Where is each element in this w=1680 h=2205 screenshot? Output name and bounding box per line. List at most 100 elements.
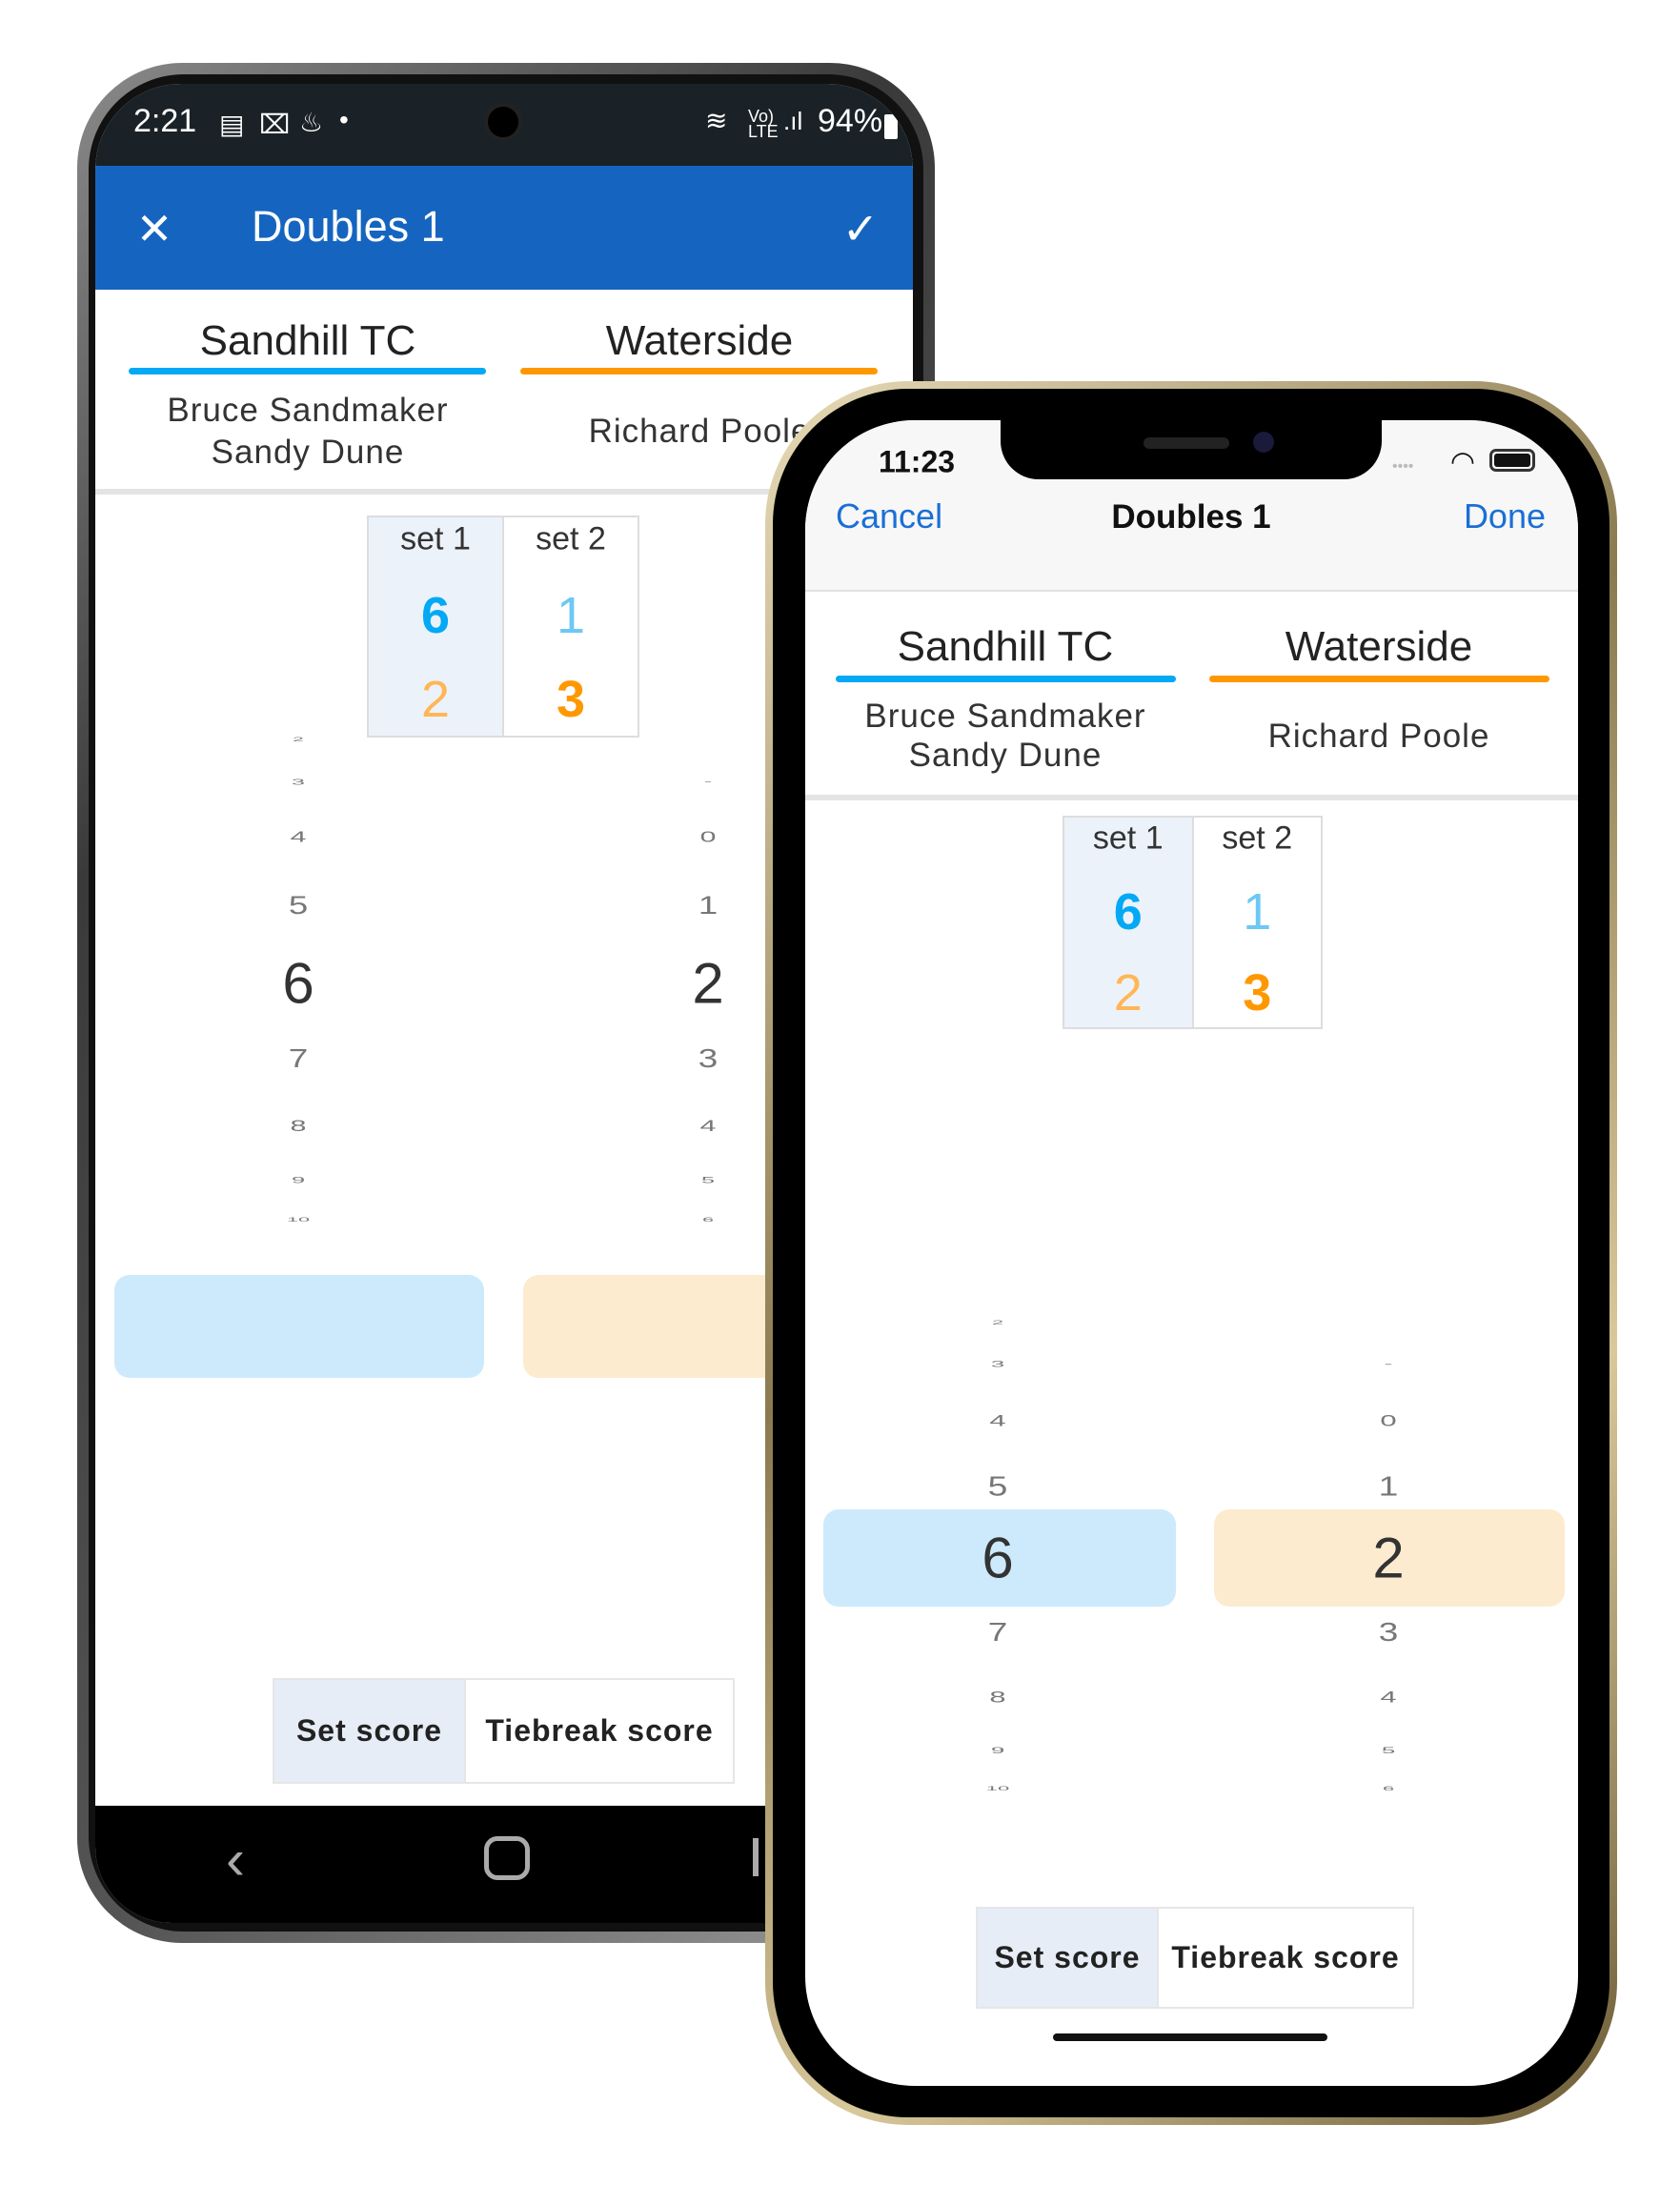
player-name: Bruce Sandmaker (167, 392, 449, 429)
calendar-icon: ▤ (219, 110, 245, 139)
home-team-name: Sandhill TC (199, 317, 416, 364)
away-picker-item[interactable]: 0 (700, 829, 717, 846)
home-picker-item[interactable]: 6 (982, 1526, 1013, 1591)
check-icon[interactable]: ✓ (842, 203, 880, 254)
home-set-score: 1 (1243, 882, 1272, 941)
home-picker-item[interactable]: 5 (289, 890, 308, 920)
away-set-score: 3 (1243, 963, 1272, 1022)
home-set-score: 1 (556, 586, 586, 644)
home-picker-item[interactable]: 3 (292, 778, 305, 787)
iphone: 11:23 •••• ◠ Cancel Doubles 1 Done Sandh… (765, 381, 1617, 2125)
set-column-1[interactable]: set 1 6 2 (1064, 818, 1192, 1027)
player-name: Richard Poole (1267, 718, 1490, 755)
home-picker-item[interactable]: 3 (991, 1360, 1004, 1370)
ios-screen: 11:23 •••• ◠ Cancel Doubles 1 Done Sandh… (805, 420, 1578, 2086)
segment-tiebreak-score[interactable]: Tiebreak score (1157, 1909, 1412, 2007)
close-icon[interactable]: ✕ (136, 203, 173, 254)
wifi-icon: ≋ (705, 106, 728, 135)
away-picker-item[interactable]: 4 (700, 1118, 717, 1136)
battery-icon (1489, 449, 1535, 472)
home-picker-item[interactable]: 9 (991, 1746, 1004, 1756)
page-title: Doubles 1 (1111, 498, 1271, 536)
camera-icon (484, 103, 522, 141)
away-picker-item[interactable]: 3 (1379, 1617, 1399, 1648)
notification-icon: ♨ (299, 108, 324, 137)
home-picker-item[interactable]: 5 (988, 1471, 1008, 1503)
outlook-icon: ⌧ (259, 110, 291, 139)
done-button[interactable]: Done (1464, 496, 1546, 536)
home-picker-highlight[interactable] (114, 1275, 484, 1378)
away-picker-item[interactable]: 2 (1372, 1526, 1404, 1591)
signal-icon: .ıl (783, 107, 803, 135)
home-picker-item[interactable]: 7 (988, 1617, 1008, 1648)
set-score-table: set 1 6 2 set 2 1 3 (367, 516, 639, 738)
away-set-score: 3 (556, 671, 586, 729)
away-picker-item[interactable]: 1 (1379, 1471, 1399, 1503)
home-picker-item[interactable]: 8 (989, 1688, 1005, 1707)
set-column-2[interactable]: set 2 1 3 (1191, 818, 1321, 1027)
set-label: set 1 (400, 520, 471, 557)
away-picker-item[interactable]: 1 (698, 890, 718, 920)
set-column-2[interactable]: set 2 1 3 (502, 517, 638, 736)
home-picker-item[interactable]: 9 (292, 1176, 305, 1185)
score-type-segmented-control: Set score Tiebreak score (273, 1678, 735, 1784)
home-picker-item[interactable]: 10 (287, 1216, 310, 1224)
away-team-name: Waterside (1285, 623, 1473, 670)
set-score-table: set 1 6 2 set 2 1 3 (1063, 816, 1323, 1029)
dot-icon: • (339, 105, 349, 134)
home-picker-item[interactable]: 2 (293, 736, 304, 742)
away-picker-item[interactable]: 4 (1380, 1688, 1396, 1707)
divider (805, 795, 1578, 800)
home-team-underline (836, 676, 1176, 682)
home-indicator[interactable] (1053, 2033, 1327, 2041)
home-picker-item[interactable]: 7 (289, 1043, 309, 1074)
volte-icon: Vo) LTE (748, 107, 779, 141)
home-picker-item[interactable]: 4 (291, 829, 307, 846)
segment-set-score[interactable]: Set score (274, 1680, 464, 1782)
away-picker-item[interactable]: 0 (1380, 1411, 1396, 1430)
away-picker-item[interactable]: 2 (692, 951, 723, 1017)
player-name: Richard Poole (588, 413, 811, 450)
away-picker-item[interactable]: 5 (701, 1176, 715, 1185)
wifi-icon: ◠ (1449, 446, 1476, 478)
status-time: 11:23 (878, 444, 956, 479)
away-team-name: Waterside (605, 317, 794, 364)
away-set-score: 2 (420, 671, 451, 729)
segment-tiebreak-score[interactable]: Tiebreak score (464, 1680, 733, 1782)
away-picker-highlight[interactable] (523, 1275, 800, 1378)
home-team-name: Sandhill TC (897, 623, 1114, 670)
home-picker-item[interactable]: 10 (986, 1785, 1010, 1792)
segment-set-score[interactable]: Set score (978, 1909, 1157, 2007)
home-set-score: 6 (1113, 882, 1143, 941)
away-team-underline (520, 368, 878, 374)
player-name: Bruce Sandmaker (864, 698, 1146, 735)
status-bar: 2:21 ▤ ⌧ ♨ • ≋ Vo) LTE .ıl 94% (95, 84, 913, 166)
app-bar: ✕ Doubles 1 ✓ (95, 166, 913, 290)
home-icon[interactable] (484, 1836, 530, 1880)
cancel-button[interactable]: Cancel (836, 496, 942, 536)
recents-icon[interactable] (753, 1838, 759, 1876)
home-picker-item[interactable]: 4 (989, 1411, 1005, 1430)
status-time: 2:21 (133, 103, 197, 139)
away-set-score: 2 (1113, 963, 1143, 1022)
page-title: Doubles 1 (252, 202, 445, 251)
ios-header: 11:23 •••• ◠ Cancel Doubles 1 Done (805, 420, 1578, 592)
battery-icon (884, 114, 898, 139)
signal-icon: •••• (1392, 458, 1414, 475)
away-picker-item[interactable]: - (1385, 1360, 1393, 1370)
away-picker-item[interactable]: 6 (702, 1216, 714, 1224)
away-picker-item[interactable]: 5 (1382, 1746, 1395, 1756)
set-label: set 1 (1092, 819, 1164, 857)
away-picker-item[interactable]: 3 (698, 1043, 719, 1074)
away-picker-item[interactable]: 6 (1383, 1785, 1394, 1792)
player-name: Sandy Dune (908, 737, 1103, 774)
player-name: Sandy Dune (211, 434, 405, 471)
away-picker-item[interactable]: - (704, 777, 712, 786)
home-picker-item[interactable]: 8 (291, 1118, 307, 1136)
back-icon[interactable]: ‹ (226, 1827, 245, 1892)
set-column-1[interactable]: set 1 6 2 (369, 517, 502, 736)
home-picker-item[interactable]: 6 (282, 951, 314, 1017)
home-set-score: 6 (420, 586, 451, 644)
home-picker-item[interactable]: 2 (992, 1319, 1003, 1326)
set-label: set 2 (536, 520, 606, 557)
